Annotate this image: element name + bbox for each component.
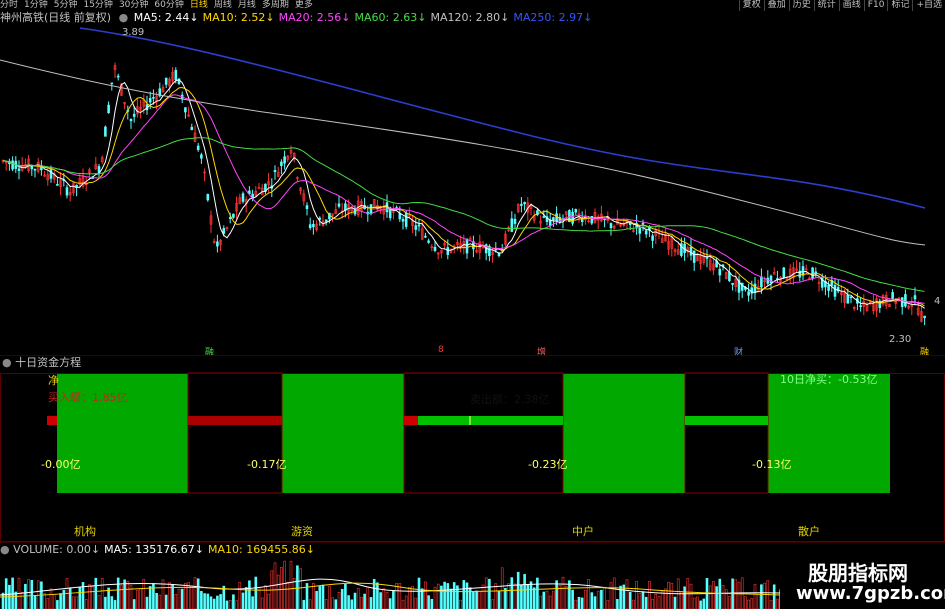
toolbar-button[interactable]: 画线 [838,0,864,11]
event-marker[interactable]: 融 [920,345,929,358]
fund-value-label: -0.13亿 [752,458,791,471]
watermark-title: 股朋指标网 [808,561,908,585]
fund-panel-title: 十日资金方程 [15,356,82,369]
period-tab[interactable]: 月线 [238,0,256,11]
ma-label: MA10: 2.52↓ [202,11,275,24]
category-label: 中户 [572,524,594,538]
watermark-url: www.7gpzb.com [796,583,945,604]
ma-legend: 神州高铁(日线 前复权) ● MA5: 2.44↓ MA10: 2.52↓ MA20… [0,11,596,25]
collapse-icon[interactable]: ● [0,543,10,556]
divider [0,355,945,356]
fund-flow-chart[interactable]: 净买入额：1.85亿 卖出额：2.38亿 10日净买：-0.53亿 -0.00亿 -0.… [0,370,945,542]
toolbar-button[interactable]: 标记 [887,0,912,11]
event-marker[interactable]: 8 [438,345,444,355]
period-tab[interactable]: 多周期 [262,0,289,11]
volume-ma-label: MA10: 169455.86↓ [208,543,315,556]
watermark: 股朋指标网 www.7gpzb.com [780,553,945,609]
price-chart[interactable] [0,25,945,355]
toolbar-button[interactable]: +自选 [912,0,945,11]
fund-value-label: -0.23亿 [528,458,567,471]
period-tab[interactable]: 更多 [295,0,313,11]
period-tab[interactable]: 1分钟 [24,0,48,11]
sell-amount-label: 卖出额：2.38亿 [470,392,550,406]
toolbar-button[interactable]: 历史 [788,0,814,11]
volume-ma-label: VOLUME: 0.00↓ [13,543,101,556]
volume-legend: ● VOLUME: 0.00↓ MA5: 135176.67↓ MA10: 1694… [0,543,319,557]
category-label: 散户 [798,524,820,538]
event-marker[interactable]: 财 [734,345,743,358]
high-price-label: 3.89 [122,27,145,38]
ma-label: MA120: 2.80↓ [430,11,510,24]
toolbar-button[interactable]: F10 [863,0,888,11]
toolbar-button[interactable]: 叠加 [763,0,789,11]
period-tab[interactable]: 60分钟 [154,0,183,11]
ma-label: MA250: 2.97↓ [513,11,593,24]
event-marker[interactable]: 增 [537,345,546,358]
toolbar-button[interactable]: 复权 [738,0,764,11]
event-marker[interactable]: 融 [205,345,214,358]
period-tab[interactable]: 15分钟 [83,0,112,11]
fund-value-label: -0.00亿 [41,458,80,471]
ma-label: MA5: 2.44↓ [133,11,199,24]
right-edge-label: 4 [934,296,941,307]
net-label: 净 [48,373,59,387]
collapse-icon[interactable]: ● [2,356,12,369]
period-tab[interactable]: 5分钟 [54,0,78,11]
toolbar-button[interactable]: 统计 [813,0,839,11]
right-toolbar: 复权 叠加 历史 统计 画线 F10 标记 +自选 [738,0,945,11]
category-label: 机构 [74,524,96,538]
period-tab[interactable]: 周线 [214,0,232,11]
buy-amount-label: 买入额：1.85亿 [48,391,128,404]
category-label: 游资 [291,525,313,538]
fund-value-label: -0.17亿 [247,458,286,471]
settings-icon[interactable]: ● [119,11,129,24]
period-tab[interactable]: 日线 [190,0,208,11]
low-price-label: 2.30 [889,334,912,345]
period-tab[interactable]: 分时 [0,0,18,11]
net10-label: 10日净买：-0.53亿 [780,372,877,386]
fund-panel-header: ● 十日资金方程 [2,356,81,369]
ma-label: MA20: 2.56↓ [278,11,351,24]
ma-label: MA60: 2.63↓ [354,11,427,24]
period-tab[interactable]: 30分钟 [119,0,148,11]
volume-ma-label: MA5: 135176.67↓ [104,543,205,556]
stock-title: 神州高铁(日线 前复权) [0,11,112,24]
